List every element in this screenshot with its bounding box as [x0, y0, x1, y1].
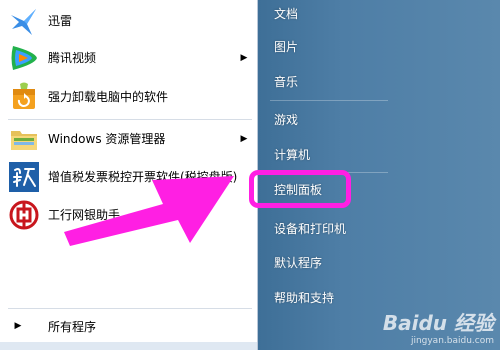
- program-label: 迅雷: [48, 13, 73, 28]
- program-label: Windows 资源管理器: [48, 131, 166, 146]
- program-xunlei[interactable]: 迅雷: [8, 2, 250, 40]
- places-music[interactable]: 音乐: [258, 68, 500, 94]
- tax-software-icon: [8, 161, 40, 193]
- baidu-jingyan-watermark: Baidu 经验 jingyan.baidu.com: [383, 307, 494, 346]
- play-triangle-icon: ▶: [14, 321, 22, 331]
- program-icbc-helper[interactable]: 工行网银助手: [8, 196, 250, 234]
- places-label: 默认程序: [274, 255, 323, 270]
- folder-explorer-icon: [8, 123, 40, 155]
- places-label: 帮助和支持: [274, 290, 335, 305]
- submenu-arrow-icon[interactable]: ▶: [238, 134, 250, 144]
- places-label: 计算机: [274, 147, 311, 162]
- program-label: 工行网银助手: [48, 207, 121, 222]
- watermark-main: Baidu 经验: [382, 311, 494, 335]
- places-label: 图片: [274, 39, 299, 54]
- tencent-video-icon: [8, 42, 40, 74]
- places-label: 设备和打印机: [274, 221, 347, 236]
- program-windows-explorer[interactable]: Windows 资源管理器 ▶: [8, 120, 250, 158]
- program-label: 强力卸载电脑中的软件: [48, 89, 169, 104]
- icbc-icon: [8, 199, 40, 231]
- places-default-programs[interactable]: 默认程序: [258, 249, 500, 275]
- program-tencent-video[interactable]: 腾讯视频 ▶: [8, 39, 250, 77]
- uninstall-box-icon: [8, 81, 40, 113]
- places-devices-printers[interactable]: 设备和打印机: [258, 215, 500, 241]
- places-label: 音乐: [274, 74, 299, 89]
- places-games[interactable]: 游戏: [258, 106, 500, 132]
- program-uninstaller[interactable]: 强力卸载电脑中的软件: [8, 78, 250, 116]
- places-label: 游戏: [274, 112, 299, 127]
- submenu-arrow-icon[interactable]: ▶: [238, 53, 250, 63]
- places-label: 文档: [274, 6, 299, 21]
- control-panel-highlight-box: [249, 170, 351, 208]
- watermark-sub: jingyan.baidu.com: [410, 336, 494, 346]
- all-programs-label: 所有程序: [48, 319, 97, 334]
- places-pictures[interactable]: 图片: [258, 33, 500, 59]
- program-tax-invoice[interactable]: 增值税发票税控开票软件(税控盘版): [8, 158, 250, 196]
- program-label: 增值税发票税控开票软件(税控盘版): [48, 169, 238, 184]
- program-label: 腾讯视频: [48, 50, 97, 65]
- all-programs-button[interactable]: ▶ 所有程序: [8, 314, 250, 338]
- places-separator: [270, 100, 388, 101]
- search-box-strip[interactable]: [0, 342, 257, 350]
- thunder-bird-icon: [8, 5, 40, 37]
- places-computer[interactable]: 计算机: [258, 141, 500, 167]
- places-documents[interactable]: 文档: [258, 0, 500, 26]
- menu-separator: [8, 308, 252, 309]
- start-menu-programs-pane: 迅雷 腾讯视频 ▶ 强力卸载电脑中的软件 Windows 资源管理器 ▶ 增值税…: [0, 0, 258, 350]
